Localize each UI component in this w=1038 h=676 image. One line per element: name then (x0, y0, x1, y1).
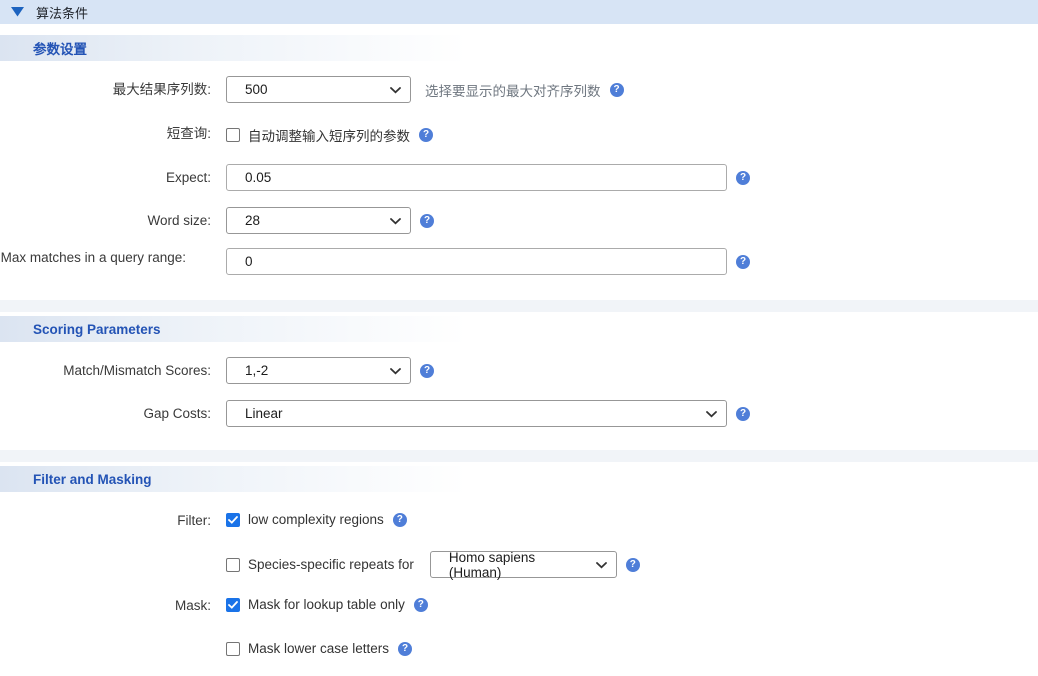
section-title: Scoring Parameters (33, 322, 161, 337)
section-header-general: 参数设置 (0, 35, 1038, 61)
section-header-filter: Filter and Masking (0, 466, 1038, 492)
help-icon[interactable]: ? (420, 364, 434, 378)
expect-label: Expect: (0, 164, 211, 191)
mask-lowercase-row: Mask lower case letters ? (0, 641, 1038, 656)
low-complexity-label: low complexity regions (248, 512, 384, 527)
help-icon[interactable]: ? (626, 558, 640, 572)
mask-lowercase-label: Mask lower case letters (248, 641, 389, 656)
help-icon[interactable]: ? (736, 407, 750, 421)
chevron-down-icon (596, 562, 607, 569)
short-queries-label: 短查询: (0, 125, 211, 143)
match-mismatch-value: 1,-2 (245, 363, 268, 378)
section-divider (0, 300, 1038, 312)
chevron-down-icon (390, 87, 401, 94)
chevron-down-icon (390, 218, 401, 225)
filter-label: Filter: (0, 512, 211, 530)
help-icon[interactable]: ? (420, 214, 434, 228)
gap-costs-label: Gap Costs: (0, 400, 211, 427)
max-matches-label: Max matches in a query range: (0, 248, 211, 266)
max-target-seqs-value: 500 (245, 82, 268, 97)
gap-costs-row: Gap Costs: Linear ? (0, 400, 1038, 427)
max-target-seqs-row: 最大结果序列数: 500 选择要显示的最大对齐序列数 ? (0, 76, 1038, 103)
match-mismatch-row: Match/Mismatch Scores: 1,-2 ? (0, 357, 1038, 384)
match-mismatch-label: Match/Mismatch Scores: (0, 357, 211, 384)
algorithm-parameters-accordion[interactable]: 算法条件 (0, 0, 1038, 24)
mask-lookup-row: Mask: Mask for lookup table only ? (0, 597, 1038, 615)
mask-lookup-checkbox[interactable] (226, 598, 240, 612)
filter-low-complexity-row: Filter: low complexity regions ? (0, 512, 1038, 530)
max-target-seqs-hint: 选择要显示的最大对齐序列数 (425, 80, 601, 100)
max-target-seqs-label: 最大结果序列数: (0, 76, 211, 103)
collapse-triangle-icon (11, 7, 24, 17)
species-select[interactable]: Homo sapiens (Human) (430, 551, 617, 578)
word-size-select[interactable]: 28 (226, 207, 411, 234)
word-size-row: Word size: 28 ? (0, 207, 1038, 234)
short-queries-checkbox[interactable] (226, 128, 240, 142)
help-icon[interactable]: ? (398, 642, 412, 656)
mask-lowercase-checkbox[interactable] (226, 642, 240, 656)
max-matches-input[interactable] (226, 248, 727, 275)
expect-row: Expect: ? (0, 164, 1038, 191)
expect-input[interactable] (226, 164, 727, 191)
help-icon[interactable]: ? (610, 83, 624, 97)
help-icon[interactable]: ? (736, 255, 750, 269)
section-title: 参数设置 (33, 38, 87, 58)
gap-costs-select[interactable]: Linear (226, 400, 727, 427)
species-repeats-label: Species-specific repeats for (248, 557, 414, 572)
gap-costs-value: Linear (245, 406, 283, 421)
species-repeats-row: Species-specific repeats for Homo sapien… (0, 551, 1038, 578)
mask-lookup-label: Mask for lookup table only (248, 597, 405, 612)
help-icon[interactable]: ? (414, 598, 428, 612)
mask-label: Mask: (0, 597, 211, 615)
max-matches-row: Max matches in a query range: ? (0, 248, 1038, 275)
section-divider (0, 450, 1038, 462)
species-repeats-checkbox[interactable] (226, 558, 240, 572)
accordion-title: 算法条件 (36, 3, 88, 22)
species-value: Homo sapiens (Human) (449, 550, 590, 580)
short-queries-checkbox-label: 自动调整输入短序列的参数 (248, 125, 410, 145)
section-title: Filter and Masking (33, 472, 152, 487)
word-size-value: 28 (245, 213, 260, 228)
help-icon[interactable]: ? (393, 513, 407, 527)
max-target-seqs-select[interactable]: 500 (226, 76, 411, 103)
low-complexity-checkbox[interactable] (226, 513, 240, 527)
word-size-label: Word size: (0, 207, 211, 234)
chevron-down-icon (706, 411, 717, 418)
help-icon[interactable]: ? (736, 171, 750, 185)
short-queries-row: 短查询: 自动调整输入短序列的参数 ? (0, 125, 1038, 145)
match-mismatch-select[interactable]: 1,-2 (226, 357, 411, 384)
help-icon[interactable]: ? (419, 128, 433, 142)
chevron-down-icon (390, 368, 401, 375)
section-header-scoring: Scoring Parameters (0, 316, 1038, 342)
